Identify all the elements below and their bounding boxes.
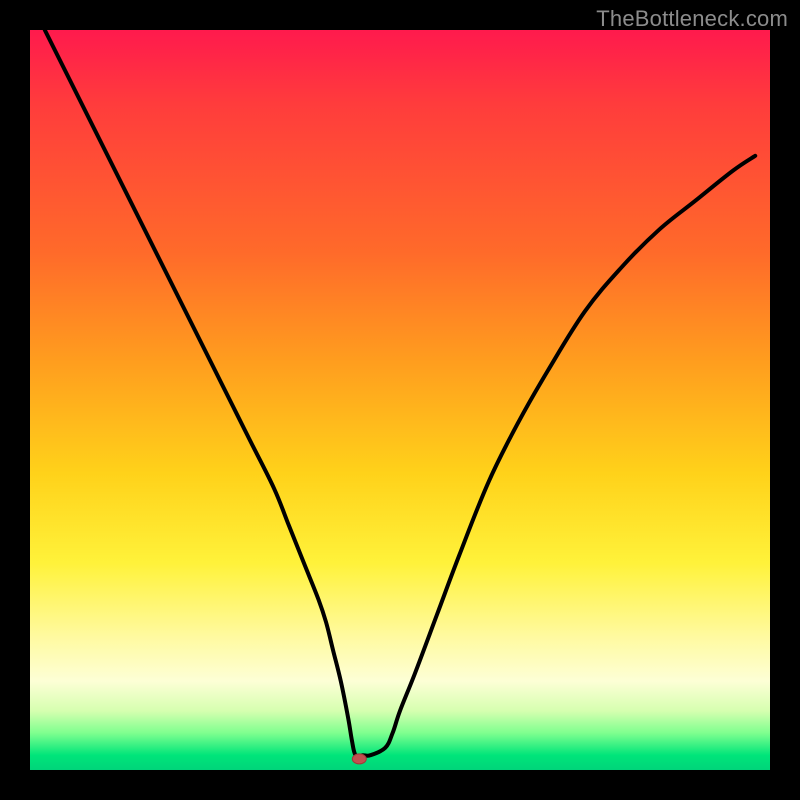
bottleneck-curve: [45, 30, 755, 756]
watermark-text: TheBottleneck.com: [596, 6, 788, 32]
outer-frame: TheBottleneck.com: [0, 0, 800, 800]
chart-svg: [30, 30, 770, 770]
plot-area: [30, 30, 770, 770]
optimal-point-marker: [352, 754, 366, 764]
